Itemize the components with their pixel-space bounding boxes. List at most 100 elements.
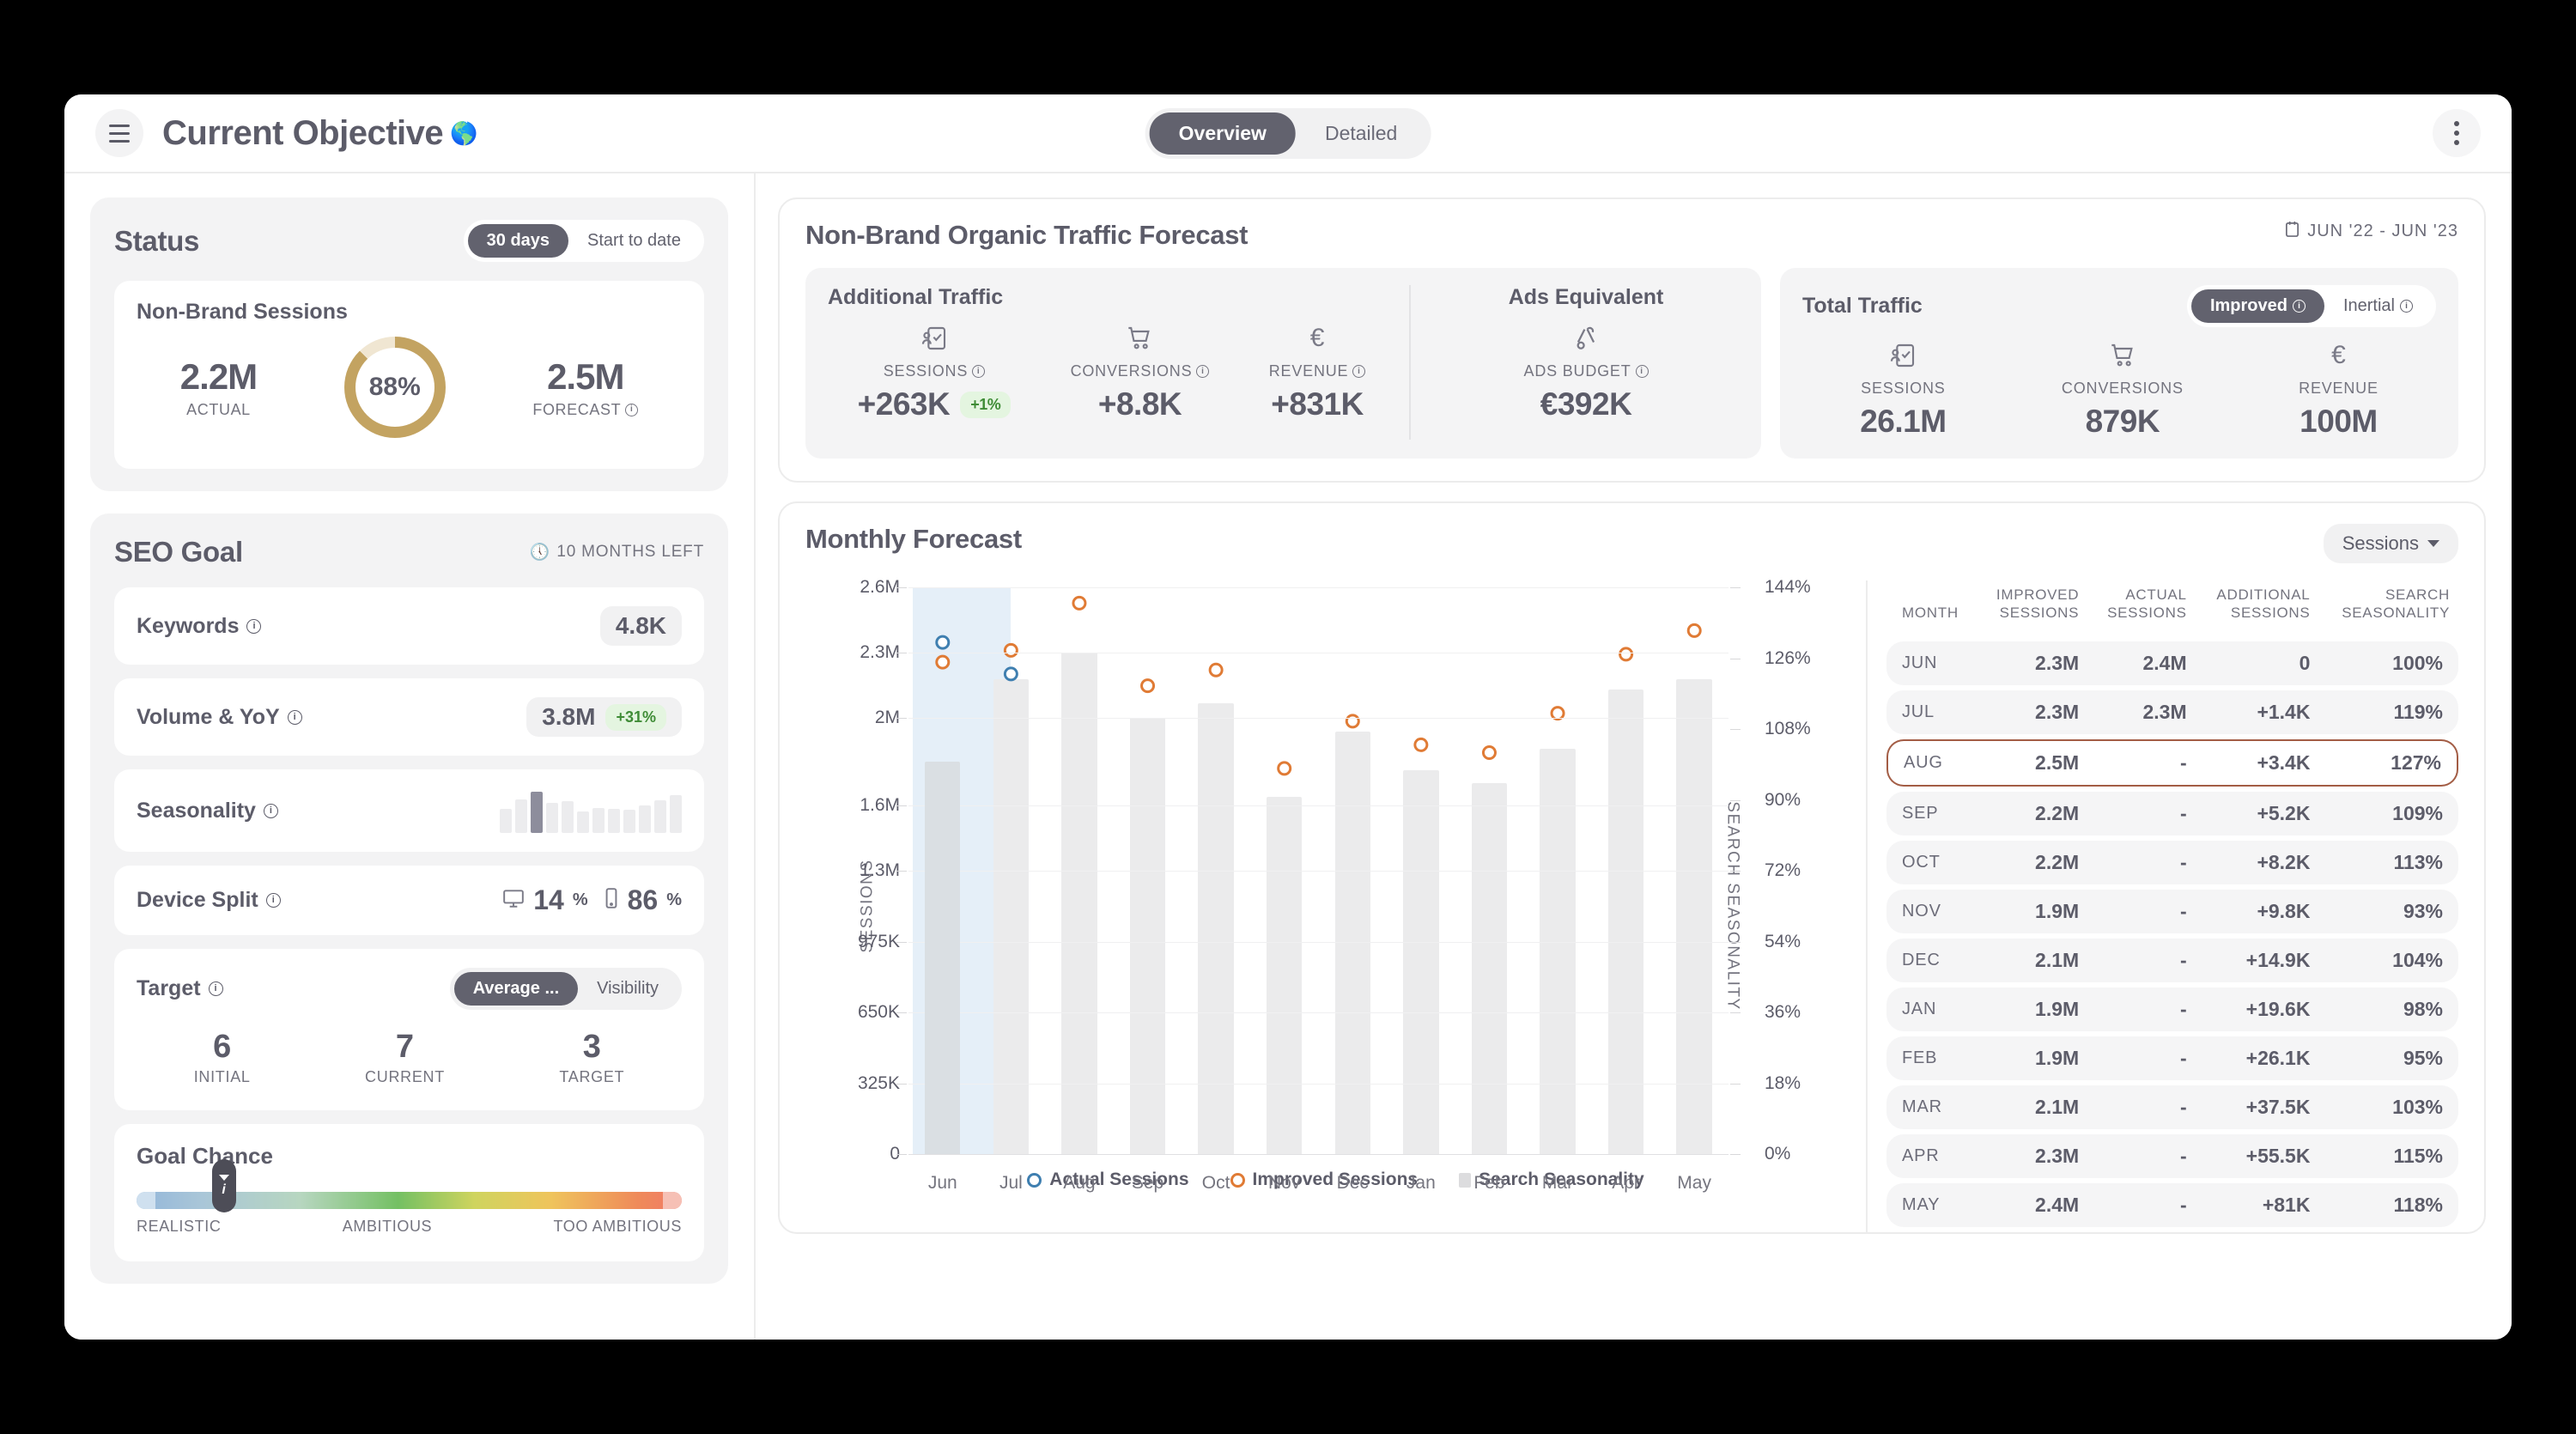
y2-axis-tick: 18%	[1765, 1073, 1859, 1094]
chart-data-point[interactable]	[1688, 624, 1700, 636]
chart-gridline	[908, 871, 1728, 872]
x-axis-tick: Mar	[1523, 1173, 1592, 1194]
seasonality-bar	[592, 808, 605, 833]
target-stat-current: 7 CURRENT	[365, 1029, 445, 1086]
mode-inertial[interactable]: Inertial i	[2324, 289, 2432, 323]
desktop-percent: 14	[533, 884, 564, 916]
table-row[interactable]: SEP2.2M-+5.2K109%	[1886, 792, 2458, 835]
table-cell-seasonality: 113%	[2318, 841, 2458, 884]
seasonality-row[interactable]: Seasonality i	[114, 769, 704, 852]
hamburger-icon[interactable]	[95, 109, 143, 157]
table-row[interactable]: JUN2.3M2.4M0100%	[1886, 641, 2458, 685]
chart-data-point[interactable]	[1005, 644, 1017, 656]
goal-chance-card: Goal Chance i REALISTIC AMBITIOUS TOO AM…	[114, 1124, 704, 1261]
table-body: JUN2.3M2.4M0100% JUL2.3M2.3M+1.4K119% AUG2…	[1886, 641, 2458, 1227]
table-column-header[interactable]: SEARCHSEASONALITY	[2318, 586, 2458, 636]
y-axis-tickmark	[896, 587, 907, 588]
chart-data-point[interactable]	[1415, 738, 1427, 750]
y-axis-tickmark	[896, 805, 907, 806]
chart-data-point[interactable]	[937, 656, 949, 668]
table-cell-improved: 2.2M	[1977, 792, 2088, 835]
table-cell-additional: +81K	[2196, 1183, 2319, 1227]
range-start-to-date[interactable]: Start to date	[568, 224, 700, 258]
table-cell-seasonality: 118%	[2318, 1183, 2458, 1227]
date-range[interactable]: JUN '22 - JUN '23	[2284, 220, 2458, 243]
table-cell-additional: +5.2K	[2196, 792, 2319, 835]
info-icon[interactable]: i	[625, 404, 638, 416]
table-column-header[interactable]: IMPROVEDSESSIONS	[1977, 586, 2088, 636]
table-cell-additional: +26.1K	[2196, 1036, 2319, 1080]
goal-chance-slider[interactable]: i REALISTIC AMBITIOUS TOO AMBITIOUS	[137, 1192, 682, 1243]
chart-data-point[interactable]	[1073, 597, 1085, 609]
total-traffic-header: Total Traffic Improved i Inertial i	[1802, 285, 2436, 327]
table-row[interactable]: JUL2.3M2.3M+1.4K119%	[1886, 690, 2458, 734]
table-column-header[interactable]: ACTUALSESSIONS	[2087, 586, 2195, 636]
volume-yoy-row[interactable]: Volume & YoY i 3.8M +31%	[114, 678, 704, 756]
chart-data-point[interactable]	[1210, 664, 1222, 676]
table-cell-actual: -	[2087, 1134, 2195, 1178]
info-icon[interactable]: i	[2293, 300, 2306, 313]
chart-data-point[interactable]	[937, 636, 949, 648]
info-icon[interactable]: i	[209, 981, 223, 996]
table-row[interactable]: AUG2.5M-+3.4K127%	[1886, 739, 2458, 787]
table-cell-month: NOV	[1886, 890, 1977, 933]
info-icon[interactable]: i	[1636, 365, 1649, 378]
chart-data-point[interactable]	[1142, 680, 1154, 692]
table-row[interactable]: JAN1.9M-+19.6K98%	[1886, 987, 2458, 1031]
slider-handle[interactable]: i	[212, 1159, 236, 1212]
chart-gridline	[908, 1084, 1728, 1085]
metric-selector[interactable]: Sessions	[2324, 524, 2458, 563]
table-row[interactable]: NOV1.9M-+9.8K93%	[1886, 890, 2458, 933]
info-icon[interactable]: i	[2400, 300, 2413, 313]
table-row[interactable]: OCT2.2M-+8.2K113%	[1886, 841, 2458, 884]
info-icon[interactable]: i	[288, 710, 302, 725]
monthly-forecast-body: SESSIONS SEARCH SEASONALITY 0325K650K975…	[805, 580, 2458, 1232]
chart-plot-area: 0325K650K975K1.3M1.6M2M2.3M2.6M0%18%36%5…	[908, 587, 1728, 1154]
table-row[interactable]: FEB1.9M-+26.1K95%	[1886, 1036, 2458, 1080]
chart-data-point[interactable]	[1346, 715, 1358, 727]
table-row[interactable]: MAY2.4M-+81K118%	[1886, 1183, 2458, 1227]
table-cell-seasonality: 119%	[2318, 690, 2458, 734]
info-icon[interactable]: i	[266, 893, 281, 908]
table-cell-additional: +37.5K	[2196, 1085, 2319, 1129]
table-cell-actual: 2.4M	[2087, 641, 2195, 685]
table-cell-seasonality: 103%	[2318, 1085, 2458, 1129]
kpi-label: CONVERSIONS	[2062, 380, 2184, 398]
forecast-stat: 2.5M FORECAST i	[532, 356, 638, 419]
additional-and-ads-box: Additional Traffic	[805, 268, 1761, 459]
kpi-total-revenue: € REVENUE 100M	[2299, 339, 2379, 440]
device-split-row[interactable]: Device Split i 14%	[114, 866, 704, 935]
tab-detailed[interactable]: Detailed	[1296, 112, 1426, 155]
google-ads-icon	[1524, 322, 1649, 355]
mode-improved[interactable]: Improved i	[2191, 289, 2324, 323]
info-icon[interactable]: i	[246, 619, 261, 634]
kebab-menu-icon[interactable]	[2433, 109, 2481, 157]
target-mode-average[interactable]: Average ...	[454, 972, 578, 1006]
table-row[interactable]: MAR2.1M-+37.5K103%	[1886, 1085, 2458, 1129]
info-icon[interactable]: i	[1352, 365, 1365, 378]
seasonality-label-text: Seasonality	[137, 799, 256, 823]
table-row[interactable]: DEC2.1M-+14.9K104%	[1886, 939, 2458, 982]
table-cell-actual: -	[2087, 987, 2195, 1031]
keywords-row[interactable]: Keywords i 4.8K	[114, 587, 704, 665]
chart-gridline	[908, 942, 1728, 943]
table-column-header[interactable]: MONTH	[1886, 586, 1977, 636]
info-icon[interactable]: i	[264, 804, 278, 818]
tab-overview[interactable]: Overview	[1150, 112, 1296, 155]
range-30-days[interactable]: 30 days	[468, 224, 568, 258]
chart-data-point[interactable]	[1620, 648, 1632, 660]
info-icon[interactable]: i	[972, 365, 985, 378]
kpi-additional-sessions: SESSIONS i +263K +1%	[858, 322, 1012, 422]
chart-data-point[interactable]	[1279, 763, 1291, 775]
info-icon[interactable]: i	[1196, 365, 1209, 378]
table-row[interactable]: APR2.3M-+55.5K115%	[1886, 1134, 2458, 1178]
target-header: Target i Average ... Visibility	[137, 968, 682, 1010]
main-content: Non-Brand Organic Traffic Forecast JUN '…	[756, 173, 2512, 1340]
table-cell-actual: -	[2087, 841, 2195, 884]
chart-data-point[interactable]	[1483, 747, 1495, 759]
y2-axis-tickmark	[1730, 942, 1741, 943]
target-mode-visibility[interactable]: Visibility	[578, 972, 677, 1006]
chart-data-point[interactable]	[1005, 668, 1017, 680]
forecast-label: FORECAST i	[532, 401, 638, 419]
table-column-header[interactable]: ADDITIONALSESSIONS	[2196, 586, 2319, 636]
